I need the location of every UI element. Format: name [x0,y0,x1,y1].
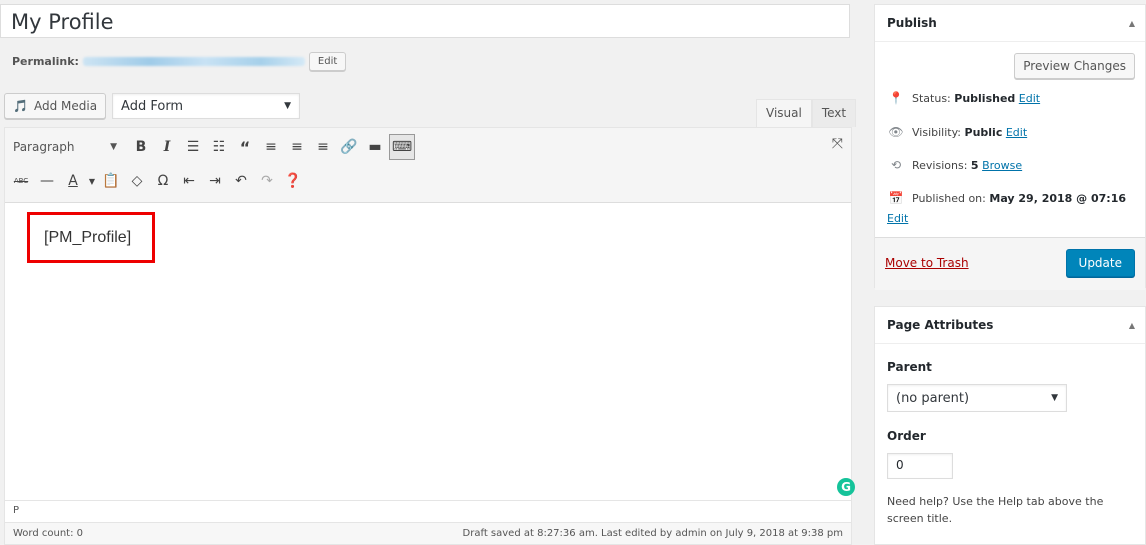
shortcode-text: [PM_Profile] [44,229,132,246]
preview-changes-button[interactable]: Preview Changes [1014,53,1135,79]
toolbar-row-2: ABC — A ▼ 📋 ◇ Ω ⇤ ⇥ ↶ ↷ ❓ [9,168,305,194]
chevron-down-icon: ▼ [284,101,292,111]
page-attributes-box: Page Attributes ▲ Parent (no parent) ▼ O… [874,306,1146,545]
add-media-icon: 🎵 [13,99,28,113]
order-input[interactable]: 0 [887,453,953,479]
bulleted-list-icon[interactable]: ☰ [181,134,205,160]
paste-as-text-icon[interactable]: 📋 [99,168,123,194]
draft-saved-text: Draft saved at 8:27:36 am. Last edited b… [462,528,843,539]
published-on-line: 📅 Published on: May 29, 2018 @ 07:16 [887,191,1127,205]
revisions-line: ⟲ Revisions: 5 Browse [887,158,1022,172]
chevron-down-icon: ▼ [1051,393,1058,403]
help-text: Need help? Use the Help tab above the sc… [887,495,1104,525]
page-attributes-header[interactable]: Page Attributes ▲ [875,307,1145,344]
status-edit-link[interactable]: Edit [1019,92,1040,105]
strikethrough-icon[interactable]: ABC [9,168,33,194]
visibility-edit-link[interactable]: Edit [1006,126,1027,139]
outdent-icon[interactable]: ⇤ [177,168,201,194]
media-buttons: 🎵 Add Media Add Form ▼ [4,93,301,119]
toolbar-row-1: Paragraph ▼ B I ☰ ☷ “ ≡ ≡ ≡ 🔗 ▬ ⌨ [9,134,415,160]
visibility-label: Visibility: [912,125,962,139]
editor-tabs: Visual Text [756,99,857,127]
read-more-icon[interactable]: ▬ [363,134,387,160]
status-label: Status: [912,91,951,105]
history-icon: ⟲ [890,158,902,172]
published-label: Published on: [912,191,986,205]
word-count: Word count: 0 [13,528,84,539]
publish-header[interactable]: Publish ▲ [875,5,1145,42]
revisions-label: Revisions: [912,158,968,172]
special-character-icon[interactable]: Ω [151,168,175,194]
bold-icon[interactable]: B [129,134,153,160]
visibility-value: Public [964,125,1003,139]
status-value: Published [954,91,1016,105]
published-edit-link[interactable]: Edit [887,212,908,225]
order-label: Order [887,429,926,443]
permalink-edit-button[interactable]: Edit [308,51,347,71]
help-icon[interactable]: ❓ [281,168,305,194]
add-media-button[interactable]: 🎵 Add Media [4,93,107,119]
align-center-icon[interactable]: ≡ [285,134,309,160]
clear-formatting-icon[interactable]: ◇ [125,168,149,194]
undo-icon[interactable]: ↶ [229,168,253,194]
grammarly-icon[interactable]: G [837,478,855,496]
link-icon[interactable]: 🔗 [337,134,361,160]
status-line: 📍 Status: Published Edit [887,91,1041,105]
numbered-list-icon[interactable]: ☷ [207,134,231,160]
add-form-select[interactable]: Add Form ▼ [112,93,301,119]
post-title-input[interactable]: My Profile [0,4,850,38]
move-to-trash-link[interactable]: Move to Trash [885,256,969,270]
chevron-down-icon[interactable]: ▼ [87,168,97,194]
tab-text[interactable]: Text [811,99,857,127]
parent-label: Parent [887,360,932,374]
align-left-icon[interactable]: ≡ [259,134,283,160]
align-right-icon[interactable]: ≡ [311,134,335,160]
editor-content[interactable]: [PM_Profile] G [5,202,855,500]
format-selected: Paragraph [13,140,75,154]
text-color-icon[interactable]: A [61,168,85,194]
publish-box: Publish ▲ Preview Changes 📍 Status: Publ… [874,4,1146,290]
revisions-value: 5 [970,158,979,172]
update-button[interactable]: Update [1065,249,1135,277]
indent-icon[interactable]: ⇥ [203,168,227,194]
add-media-label: Add Media [33,99,98,113]
page-attributes-title: Page Attributes [887,318,994,332]
published-edit-line: Edit [887,212,908,225]
collapse-arrow-icon[interactable]: ▲ [1129,19,1135,28]
horizontal-line-icon[interactable]: — [35,168,59,194]
revisions-browse-link[interactable]: Browse [982,159,1022,172]
toolbar-toggle-icon[interactable]: ⌨ [389,134,415,160]
editor-status-bar: Word count: 0 Draft saved at 8:27:36 am.… [5,522,851,544]
permalink-url-blurred[interactable] [82,56,305,66]
preview-changes-label: Preview Changes [1023,59,1126,73]
editor-toolbar: Paragraph ▼ B I ☰ ☷ “ ≡ ≡ ≡ 🔗 ▬ ⌨ ABC — … [5,128,851,203]
shortcode-highlight: [PM_Profile] [27,212,155,263]
published-value: May 29, 2018 @ 07:16 [989,191,1127,205]
parent-select[interactable]: (no parent) ▼ [887,384,1067,412]
publish-title: Publish [887,16,937,30]
permalink-label: Permalink: [12,54,79,68]
visibility-line: 👁 Visibility: Public Edit [887,125,1027,139]
parent-selected: (no parent) [896,390,970,406]
element-path: P [5,500,851,522]
add-form-selected: Add Form [121,98,184,114]
blockquote-icon[interactable]: “ [233,134,257,160]
italic-icon[interactable]: I [155,134,179,160]
tab-visual[interactable]: Visual [756,99,812,127]
editor: Paragraph ▼ B I ☰ ☷ “ ≡ ≡ ≡ 🔗 ▬ ⌨ ABC — … [4,127,855,545]
fullscreen-icon[interactable]: ⤧ [832,136,843,152]
calendar-icon: 📅 [888,191,904,205]
permalink-row: Permalink: Edit [12,50,347,72]
collapse-arrow-icon[interactable]: ▲ [1129,321,1135,330]
pin-icon: 📍 [888,91,904,105]
eye-icon: 👁 [888,125,904,139]
chevron-down-icon: ▼ [110,142,117,152]
redo-icon[interactable]: ↷ [255,168,279,194]
format-select[interactable]: Paragraph ▼ [9,135,121,159]
